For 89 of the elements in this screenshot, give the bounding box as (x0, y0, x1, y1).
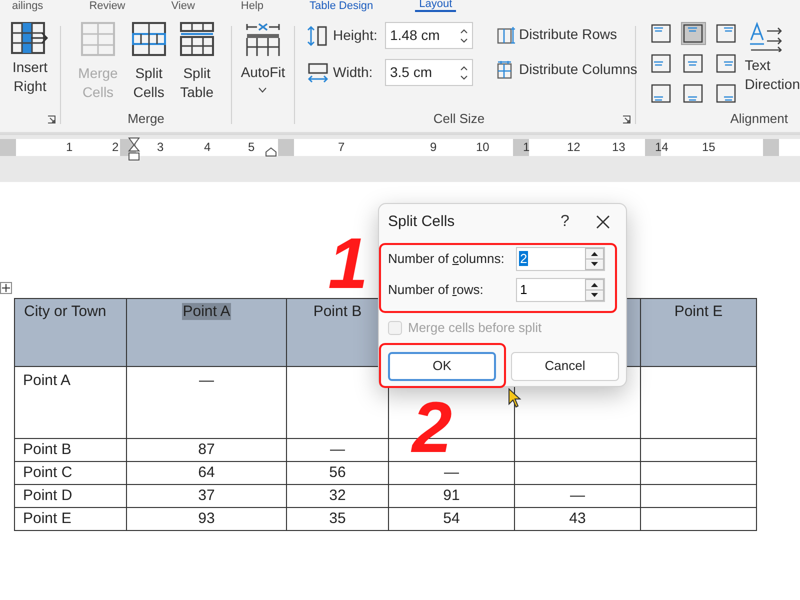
ruler-number: 9 (430, 139, 437, 156)
ribbon-tab[interactable]: Review (85, 0, 130, 12)
dialog-launcher-icon[interactable] (622, 115, 631, 124)
number-spinner[interactable]: 2 (516, 247, 605, 271)
dialog-launcher-icon[interactable] (47, 115, 56, 124)
split-table-icon (180, 22, 214, 56)
dialog-title: Split Cells (388, 212, 456, 232)
step-number: 1 (328, 228, 368, 300)
cell-alignment-button[interactable] (680, 22, 706, 45)
table-cell: Point E (14, 508, 126, 530)
table-cell: Point A (14, 366, 126, 438)
ribbon-tab[interactable]: ailings (8, 0, 48, 12)
ruler-number: 5 (248, 139, 255, 156)
table-cell: Point B (14, 438, 126, 462)
indent-marker-icon[interactable] (128, 137, 140, 161)
table-cell: 93 (126, 508, 286, 530)
ruler-number: 12 (567, 139, 580, 156)
group-label: Cell Size (433, 110, 485, 128)
ribbon-tab[interactable]: Help (236, 0, 268, 12)
row-height-icon (307, 24, 329, 46)
column-marker[interactable] (0, 139, 16, 156)
column-marker[interactable] (278, 139, 294, 156)
caret-icon (258, 87, 268, 93)
table-cell: Point D (14, 484, 126, 508)
column-marker[interactable] (763, 139, 779, 156)
table-cell: — (388, 462, 514, 484)
column-width-icon (307, 62, 329, 84)
split-cells-button[interactable]: Split Cells (132, 22, 166, 108)
table-grid-icon (81, 22, 115, 56)
distribute-rows-button[interactable]: Distribute Rows (497, 24, 638, 45)
field-label: Width: (333, 63, 374, 82)
table-cell: 35 (286, 508, 388, 530)
ok-button[interactable]: OK (388, 352, 496, 380)
distribute-rows-icon (497, 26, 515, 44)
spin-arrows-icon (460, 28, 468, 44)
ribbon-tab[interactable]: Table Design (306, 0, 378, 12)
table-cell: 87 (126, 438, 286, 462)
distribute-columns-button[interactable]: Distribute Columns (497, 59, 638, 80)
spin-arrows-icon (585, 279, 604, 301)
header-cell: Point E (640, 298, 756, 366)
table-cell: 56 (286, 462, 388, 484)
spin-field[interactable]: 1.48 cm (385, 22, 473, 49)
table-cell: — (126, 366, 286, 438)
autofit-icon (244, 22, 281, 58)
ruler-number: 2 (112, 139, 119, 156)
table-cell: 64 (126, 462, 286, 484)
split-cells-icon (132, 22, 166, 56)
header-cell: Point A (126, 298, 286, 366)
table-cell: 54 (388, 508, 514, 530)
tab-marker-icon[interactable] (265, 147, 277, 157)
move-handle-icon[interactable] (0, 282, 12, 294)
table-cell: 37 (126, 484, 286, 508)
help-button[interactable]: ? (550, 210, 580, 234)
split-table-button[interactable]: Split Table (180, 22, 214, 108)
table-cell: 43 (514, 508, 640, 530)
ruler-number: 13 (612, 139, 626, 156)
column-marker[interactable] (513, 139, 529, 156)
header-cell: City or Town (14, 298, 126, 366)
field-label: Number of columns: (388, 250, 506, 268)
field-label: Number of rows: (388, 281, 484, 300)
insert-column-right-icon (11, 22, 49, 54)
table-cell: — (286, 438, 388, 462)
spin-field[interactable]: 3.5 cm (385, 59, 473, 86)
table-cell: 32 (286, 484, 388, 508)
table-cell: — (514, 484, 640, 508)
autofit-button[interactable]: AutoFit (240, 22, 286, 112)
checkbox-label: Merge cells before split (408, 319, 542, 337)
table-cell: 91 (388, 484, 514, 508)
ruler-number: 7 (338, 139, 345, 156)
number-spinner[interactable]: 1 (516, 278, 605, 302)
table-cell: Point C (14, 462, 126, 484)
group-label: Alignment (730, 110, 788, 128)
insert-right-button[interactable]: Insert Right (11, 22, 49, 96)
ruler-number: 10 (476, 139, 490, 156)
ruler-number: 4 (204, 139, 211, 156)
close-icon (596, 215, 610, 229)
ruler-number: 15 (702, 139, 716, 156)
cancel-button[interactable]: Cancel (511, 352, 619, 380)
field-label: Height: (333, 26, 378, 45)
ruler-number: 3 (157, 139, 164, 156)
ribbon-tab[interactable]: View (167, 0, 199, 12)
spin-arrows-icon (460, 64, 468, 80)
ruler-number: 1 (66, 139, 73, 156)
mouse-pointer-icon (508, 388, 522, 408)
spin-arrows-icon (585, 248, 604, 270)
text-direction-button[interactable]: Text Direction (744, 22, 800, 108)
ruler-number: 14 (655, 139, 668, 156)
ruler-number: 1 (523, 139, 530, 156)
group-label: Merge (128, 110, 164, 128)
